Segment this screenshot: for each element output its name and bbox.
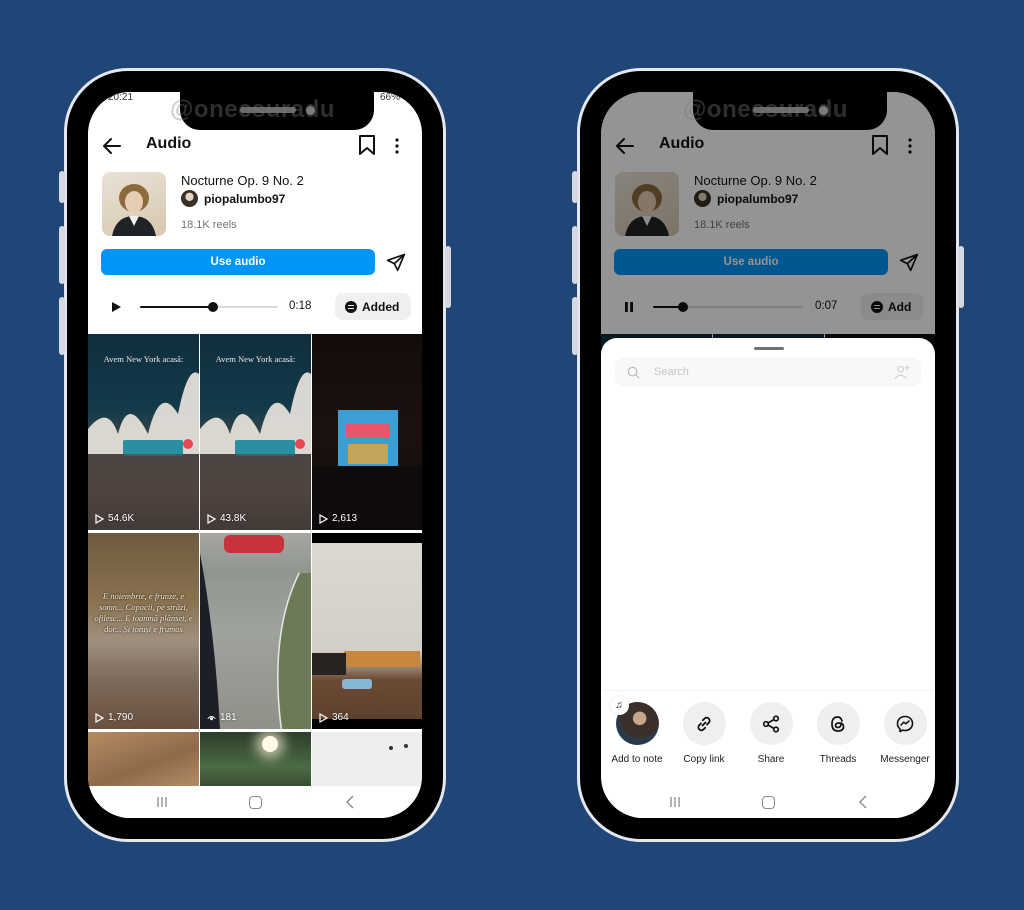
drag-handle[interactable] — [754, 347, 784, 350]
share-option-threads[interactable]: Threads — [803, 702, 873, 765]
track-title: Nocturne Op. 9 No. 2 — [181, 173, 304, 188]
search-icon — [627, 366, 640, 379]
share-sheet: ♫ Add to note Copy link Share Threads — [601, 338, 935, 818]
share-option-share[interactable]: Share — [736, 702, 806, 765]
send-icon[interactable] — [386, 252, 406, 272]
reel-tile[interactable]: 2,613 — [312, 334, 422, 530]
volume-down-button — [59, 297, 65, 355]
power-button — [958, 246, 964, 308]
play-icon[interactable] — [110, 301, 122, 313]
use-audio-button[interactable]: Use audio — [101, 249, 375, 275]
reel-caption: Avem New York acasă: — [103, 354, 184, 364]
home-icon[interactable] — [249, 796, 262, 809]
view-count: 54.6K — [95, 513, 134, 524]
search-input[interactable] — [654, 366, 874, 378]
share-option-label: Messenger — [880, 754, 930, 765]
home-icon[interactable] — [762, 796, 775, 809]
share-option-label: Threads — [819, 754, 857, 765]
spotify-save-button[interactable]: Added — [335, 293, 412, 320]
share-option-add-to-note[interactable]: ♫ Add to note — [602, 696, 672, 765]
reel-tile[interactable]: E noiembrie, e frunze, e somn... Copacii… — [88, 533, 199, 729]
share-options: ♫ Add to note Copy link Share Threads Me… — [601, 696, 935, 772]
more-options-icon[interactable] — [392, 136, 402, 156]
share-option-label: Copy link — [683, 754, 725, 765]
play-icon — [95, 712, 104, 723]
watermark: @onecsuradu — [683, 96, 848, 123]
phone-right: @onecsuradu Audio Nocturne Op. 9 No. 2 p… — [572, 68, 964, 842]
recent-apps-icon[interactable] — [669, 796, 681, 808]
progress-slider[interactable] — [140, 302, 278, 312]
playback-time: 0:18 — [289, 300, 312, 312]
progress-fill — [140, 306, 214, 308]
artist-link[interactable]: piopalumbo97 — [181, 190, 285, 207]
play-icon — [319, 513, 328, 524]
volume-button-top — [572, 171, 578, 203]
volume-button-top — [59, 171, 65, 203]
share-icon — [762, 714, 780, 733]
reel-tile[interactable]: Avem New York acasă: 54.6K — [88, 334, 199, 530]
note-avatar: ♫ — [609, 696, 659, 745]
building-illustration — [312, 410, 422, 530]
system-nav-bar — [601, 786, 935, 818]
artist-avatar — [181, 190, 198, 207]
link-icon — [697, 716, 711, 731]
screen: 20:21 66% @onecsuradu Audio Nocturne Op.… — [88, 92, 422, 818]
back-arrow-icon[interactable] — [100, 134, 124, 158]
view-count: 1,790 — [95, 712, 133, 723]
search-field[interactable] — [615, 357, 921, 387]
view-count: 364 — [319, 712, 349, 723]
eye-icon — [207, 715, 216, 720]
reels-count: 18.1K reels — [181, 219, 237, 231]
volume-up-button — [572, 226, 578, 284]
play-icon — [319, 712, 328, 723]
phone-left: 20:21 66% @onecsuradu Audio Nocturne Op.… — [59, 68, 451, 842]
screen: @onecsuradu Audio Nocturne Op. 9 No. 2 p… — [601, 92, 935, 818]
nav-back-icon[interactable] — [858, 795, 868, 809]
reel-caption: E noiembrie, e frunze, e somn... Copacii… — [94, 591, 193, 634]
status-time: 20:21 — [108, 92, 134, 103]
system-nav-bar — [88, 786, 422, 818]
view-count: 2,613 — [319, 513, 357, 524]
reel-tile[interactable]: 181 — [200, 533, 311, 729]
reel-tile[interactable]: Avem New York acasă: 43.8K — [200, 334, 311, 530]
music-note-icon: ♫ — [609, 696, 629, 715]
add-people-icon[interactable] — [894, 364, 911, 380]
reels-grid: Avem New York acasă: 54.6K Avem New York… — [88, 334, 422, 802]
view-count: 181 — [207, 712, 237, 723]
play-icon — [95, 513, 104, 524]
road-illustration — [200, 535, 311, 729]
status-battery: 66% — [379, 92, 400, 103]
audio-player: 0:18 Added — [88, 292, 422, 322]
reel-tile[interactable]: 364 — [312, 533, 422, 729]
watermark: @onecsuradu — [170, 96, 335, 123]
share-option-label: Add to note — [611, 754, 663, 765]
volume-down-button — [572, 297, 578, 355]
messenger-icon — [896, 715, 914, 732]
share-option-messenger[interactable]: Messenger — [870, 702, 935, 765]
train-illustration — [312, 533, 422, 729]
top-bar: Audio — [88, 132, 422, 164]
view-count: 43.8K — [207, 513, 246, 524]
reel-caption: Avem New York acasă: — [215, 354, 296, 364]
share-option-label: Share — [757, 754, 785, 765]
bookmark-icon[interactable] — [358, 135, 376, 155]
play-icon — [207, 513, 216, 524]
spotify-label: Added — [362, 299, 400, 314]
volume-up-button — [59, 226, 65, 284]
spotify-icon — [345, 300, 357, 313]
recent-apps-icon[interactable] — [156, 796, 168, 808]
artist-name: piopalumbo97 — [204, 191, 286, 206]
share-option-copy-link[interactable]: Copy link — [669, 702, 739, 765]
nav-back-icon[interactable] — [345, 795, 355, 809]
divider — [601, 690, 935, 691]
threads-icon — [831, 715, 845, 732]
progress-thumb[interactable] — [208, 302, 219, 312]
page-title: Audio — [146, 135, 192, 152]
power-button — [445, 246, 451, 308]
album-cover — [102, 172, 166, 236]
